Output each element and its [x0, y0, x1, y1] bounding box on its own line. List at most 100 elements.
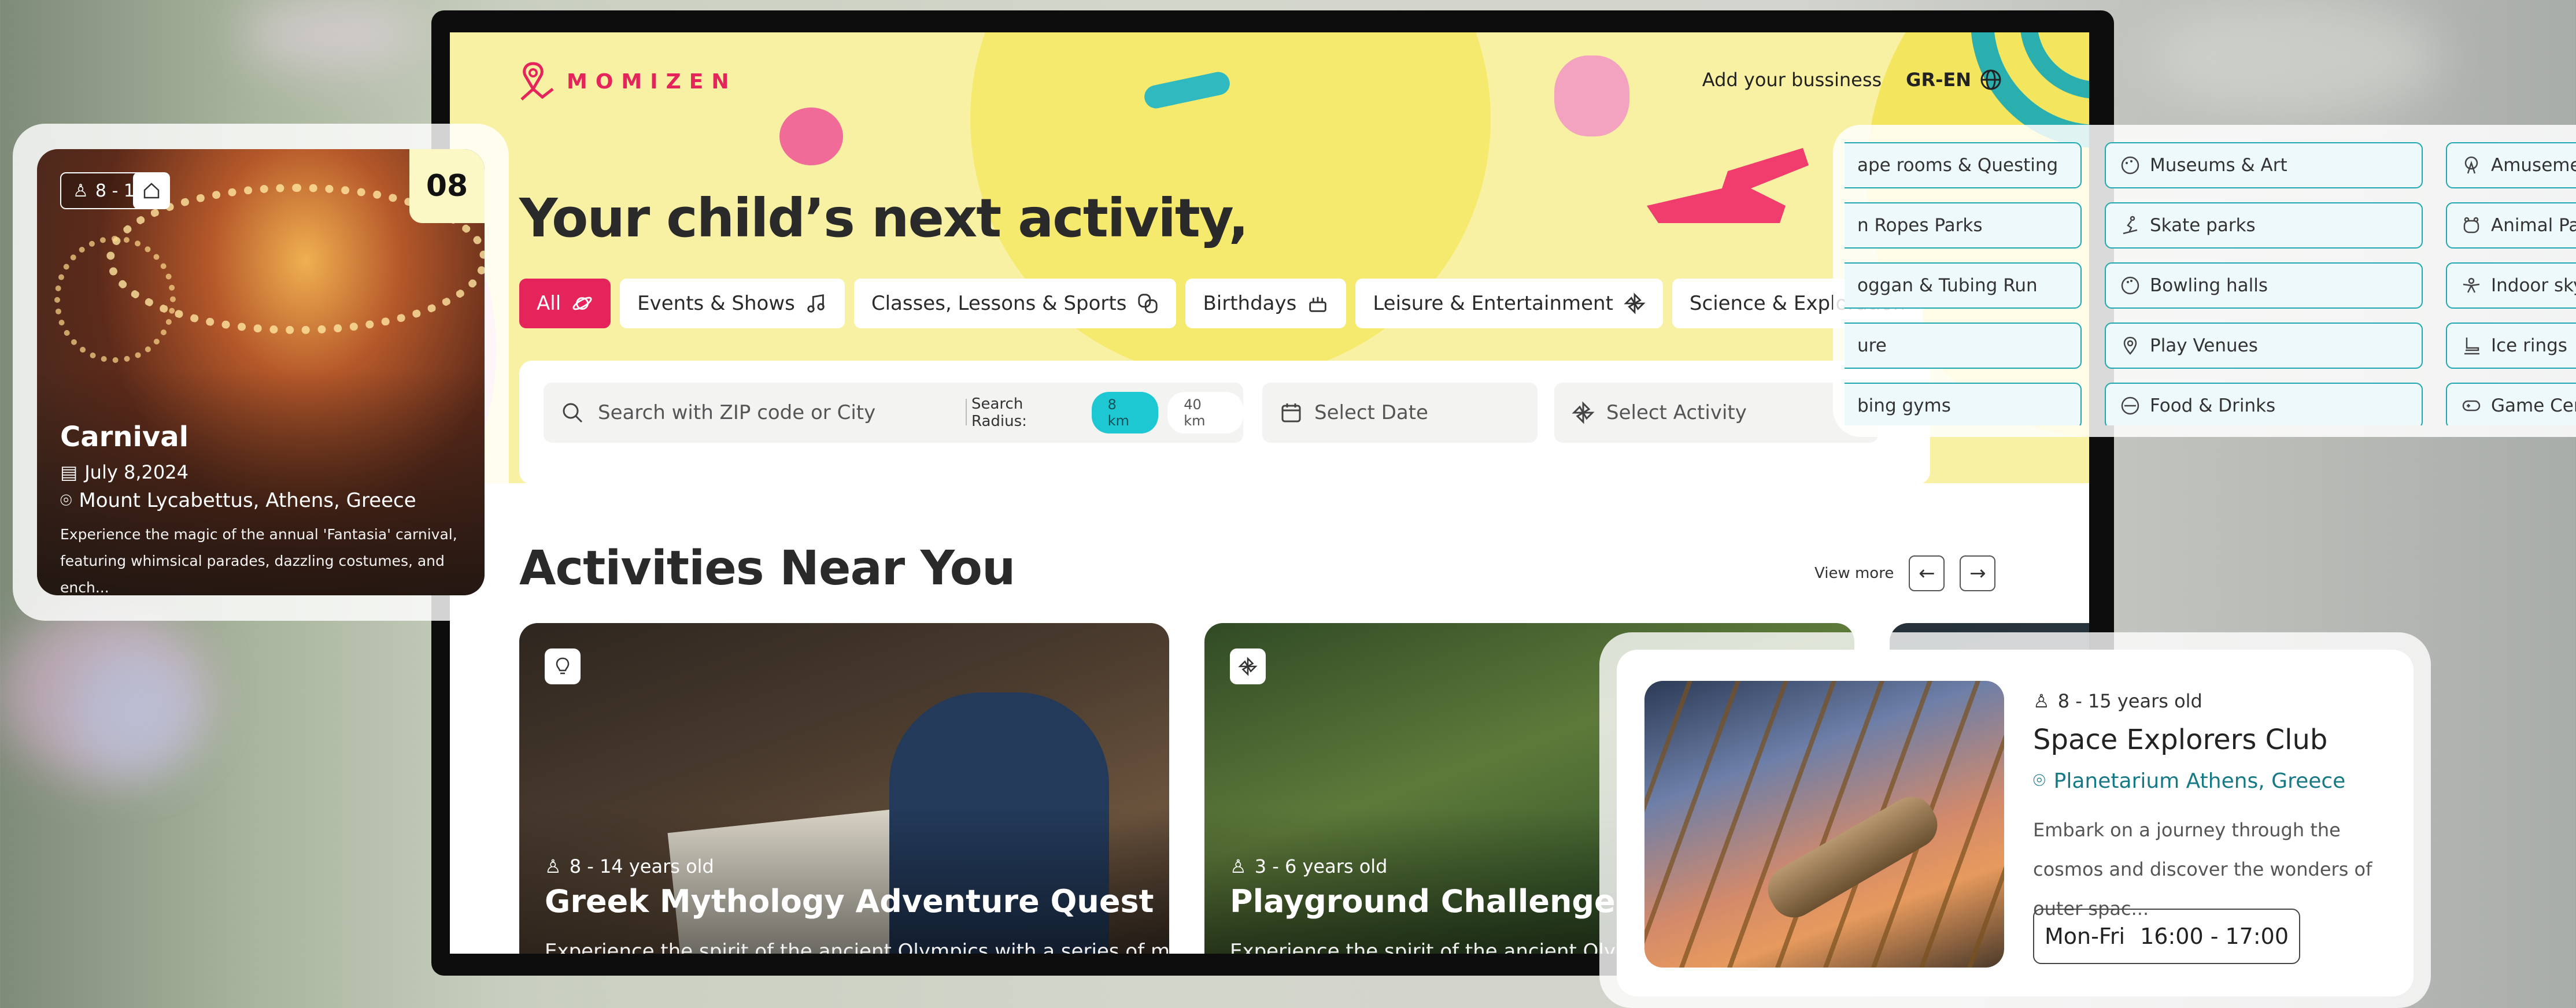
tag-label: Ice rings [2491, 335, 2567, 356]
event-location[interactable]: ⌾ Planetarium Athens, Greece [2033, 769, 2345, 793]
pinwheel-icon [1230, 648, 1266, 684]
tag-skate-parks[interactable]: Skate parks [2105, 202, 2423, 249]
event-card-inner: ♙ 8 - 14 08 Carnival ▤ July 8,2024 ⌾ Mount … [37, 149, 485, 595]
child-icon: ♙ [1230, 855, 1247, 877]
cake-icon [1309, 297, 1327, 312]
location-pin-logo-icon [520, 62, 554, 101]
calendar-icon [1281, 403, 1301, 423]
card-desc: Experience the spirit of the ancient Oly… [1230, 940, 1635, 954]
activity-placeholder: Select Activity [1606, 401, 1747, 424]
tag-museums-art[interactable]: Museums & Art [2105, 142, 2423, 188]
animal-icon [2463, 217, 2479, 234]
category-tab-classes[interactable]: Classes, Lessons & Sports [853, 279, 1177, 328]
activity-select[interactable]: Select Activity [1554, 383, 1878, 443]
tag-label: Game Cent [2491, 395, 2576, 416]
ferris-wheel-icon [2464, 156, 2478, 174]
view-more-link[interactable]: View more [1814, 565, 1894, 582]
event-schedule: Mon-Fri 16:00 - 17:00 [2033, 909, 2300, 964]
category-tab-leisure[interactable]: Leisure & Entertainment [1355, 279, 1663, 328]
tag-label: n Ropes Parks [1857, 215, 1983, 236]
category-tab-all[interactable]: All [519, 279, 611, 328]
activity-card[interactable]: ♙ 8 - 14 years old Greek Mythology Advent… [519, 623, 1169, 954]
prev-arrow-button[interactable]: ← [1909, 555, 1945, 591]
pinwheel-icon [1572, 401, 1595, 424]
card-age-label: 8 - 14 years old [569, 855, 714, 877]
radius-label: Search Radius: [971, 395, 1027, 430]
tag-label: oggan & Tubing Run [1857, 275, 2038, 296]
tags-grid: ape rooms & Questing n Ropes Parks oggan… [1845, 142, 2576, 425]
category-tab-events[interactable]: Events & Shows [620, 279, 845, 328]
planet-icon [572, 297, 592, 310]
tag-bowling-halls[interactable]: Bowling halls [2105, 262, 2423, 309]
location-pin-icon: ⌾ [2033, 769, 2046, 792]
event-location-text: Planetarium Athens, Greece [2053, 769, 2346, 793]
schedule-time: 16:00 - 17:00 [2140, 924, 2289, 949]
tag-nature[interactable]: ure [1845, 323, 2082, 369]
divider [966, 399, 967, 425]
event-desc: Experience the magic of the annual 'Fant… [60, 526, 457, 595]
tag-ice-rinks[interactable]: Ice rings [2446, 323, 2576, 369]
telescope-photo [1644, 681, 2004, 968]
category-label: Leisure & Entertainment [1373, 292, 1613, 315]
event-card-space-explorers[interactable]: ♙ 8 - 15 years old Space Explorers Club ⌾… [1599, 632, 2431, 1008]
tag-game-centers[interactable]: Game Cent [2446, 383, 2576, 425]
indoor-home-icon [133, 172, 170, 209]
child-icon: ♙ [545, 855, 561, 877]
dome-frame [1644, 681, 2004, 968]
tag-toboggan[interactable]: oggan & Tubing Run [1845, 262, 2082, 309]
schedule-days: Mon-Fri [2045, 924, 2126, 949]
radius-option-8km[interactable]: 8 km [1091, 392, 1159, 433]
event-age: ♙ 8 - 15 years old [2033, 690, 2202, 712]
gamepad-icon [2462, 400, 2481, 412]
event-card-carnival[interactable]: ♙ 8 - 14 08 Carnival ▤ July 8,2024 ⌾ Mount … [13, 124, 509, 621]
pink-blob-decoration [779, 108, 843, 165]
calendar-icon: ▤ [60, 461, 78, 483]
tag-amusement[interactable]: Amusemen [2446, 142, 2576, 188]
tag-food-drinks[interactable]: Food & Drinks [2105, 383, 2423, 425]
event-date-text: July 8,2024 [84, 461, 189, 483]
tag-escape-rooms[interactable]: ape rooms & Questing [1845, 142, 2082, 188]
event-location-text: Mount Lycabettus, Athens, Greece [79, 489, 416, 512]
language-switch[interactable]: GR-EN [1906, 68, 2002, 91]
category-label: Events & Shows [637, 292, 795, 315]
add-business-link[interactable]: Add your bussiness [1702, 69, 1882, 91]
child-icon: ♙ [73, 180, 88, 201]
logo[interactable]: MOMIZEN [519, 61, 737, 102]
event-age-text: 8 - 15 years old [2057, 690, 2202, 712]
radius-option-40km[interactable]: 40 km [1167, 392, 1243, 433]
tag-label: Play Venues [2150, 335, 2258, 356]
pink-blob-decoration [1554, 55, 1629, 136]
card-age: ♙ 8 - 14 years old [545, 855, 714, 877]
location-pin-icon [2123, 336, 2137, 355]
brand-name: MOMIZEN [567, 69, 737, 94]
tag-label: ure [1857, 335, 1887, 356]
language-label: GR-EN [1906, 69, 1971, 91]
category-tab-birthdays[interactable]: Birthdays [1185, 279, 1347, 328]
tag-label: bing gyms [1857, 395, 1951, 416]
event-title: Space Explorers Club [2033, 724, 2328, 756]
date-badge: 08 [409, 149, 485, 223]
search-radius: Search Radius: 8 km 40 km [971, 392, 1243, 433]
tag-indoor-skydiving[interactable]: Indoor skyd [2446, 262, 2576, 309]
date-placeholder: Select Date [1314, 401, 1428, 424]
tag-animal-parks[interactable]: Animal Park [2446, 202, 2576, 249]
next-arrow-button[interactable]: → [1960, 555, 1996, 591]
tag-label: Skate parks [2150, 215, 2256, 236]
tag-climbing-gyms[interactable]: bing gyms [1845, 383, 2082, 425]
lightbulb-icon [545, 648, 581, 684]
tag-play-venues[interactable]: Play Venues [2105, 323, 2423, 369]
card-age-label: 3 - 6 years old [1254, 855, 1388, 877]
category-label: Birthdays [1203, 292, 1297, 315]
carousel-horse [54, 236, 176, 363]
event-title: Carnival [60, 421, 189, 453]
event-location: ⌾ Mount Lycabettus, Athens, Greece [60, 489, 416, 512]
tag-ropes-parks[interactable]: n Ropes Parks [1845, 202, 2082, 249]
skydiver-icon [2463, 277, 2480, 293]
date-select[interactable]: Select Date [1262, 383, 1538, 443]
hand-peace-decoration [1647, 148, 1809, 223]
event-card-inner: ♙ 8 - 15 years old Space Explorers Club ⌾… [1617, 650, 2414, 996]
card-title: Playground Challenge [1230, 883, 1616, 920]
food-icon [2121, 396, 2139, 415]
card-gradient [519, 808, 1169, 954]
zip-search-input[interactable]: Search with ZIP code or City Search Radi… [544, 383, 1243, 443]
